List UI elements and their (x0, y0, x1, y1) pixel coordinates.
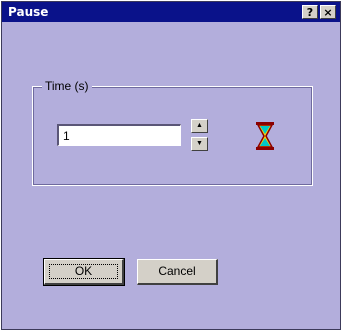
arrow-down-icon: ▼ (196, 140, 203, 147)
arrow-up-icon: ▲ (196, 122, 203, 129)
spin-up-button[interactable]: ▲ (191, 119, 208, 133)
ok-button[interactable]: OK (43, 258, 125, 286)
close-button[interactable]: × (320, 5, 336, 19)
cancel-button[interactable]: Cancel (137, 259, 218, 285)
time-group-label: Time (s) (42, 80, 92, 93)
title-bar[interactable]: Pause ? × (2, 2, 340, 22)
help-button[interactable]: ? (302, 5, 318, 19)
time-input[interactable] (57, 124, 181, 146)
hourglass-icon (256, 122, 274, 150)
ok-button-label: OK (74, 264, 93, 278)
window-title: Pause (8, 5, 49, 19)
spin-down-button[interactable]: ▼ (191, 137, 208, 151)
